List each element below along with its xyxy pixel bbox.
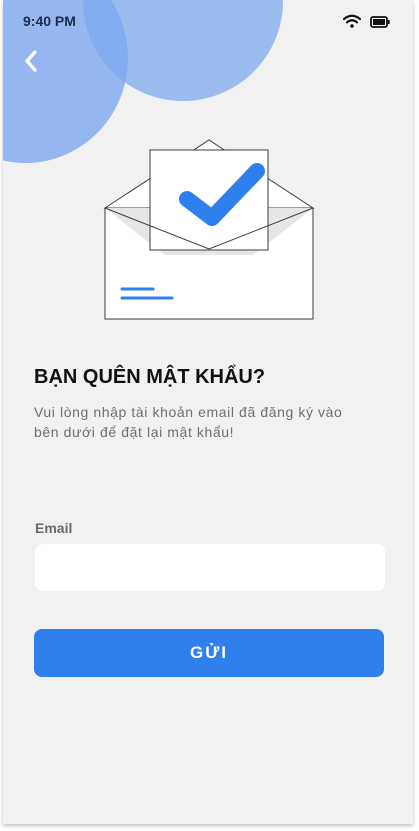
page-title: BẠN QUÊN MẬT KHẨU? [34, 366, 266, 388]
forgot-password-screen: 9:40 PM BẠN QUÊN MẬT KHẨU? Vui lòng nhập… [3, 0, 413, 824]
battery-icon [370, 15, 390, 33]
status-time: 9:40 PM [23, 13, 76, 29]
open-envelope-checkmark-icon [103, 139, 319, 328]
email-label: Email [35, 520, 73, 536]
back-button[interactable] [17, 48, 45, 78]
email-illustration [103, 138, 319, 329]
submit-button[interactable]: GỬI [34, 629, 384, 677]
wifi-icon [342, 14, 362, 33]
status-icons [342, 14, 390, 33]
page-subtitle: Vui lòng nhập tài khoản email đã đăng ký… [34, 404, 343, 440]
chevron-left-icon [23, 49, 39, 78]
email-input[interactable] [35, 544, 385, 591]
